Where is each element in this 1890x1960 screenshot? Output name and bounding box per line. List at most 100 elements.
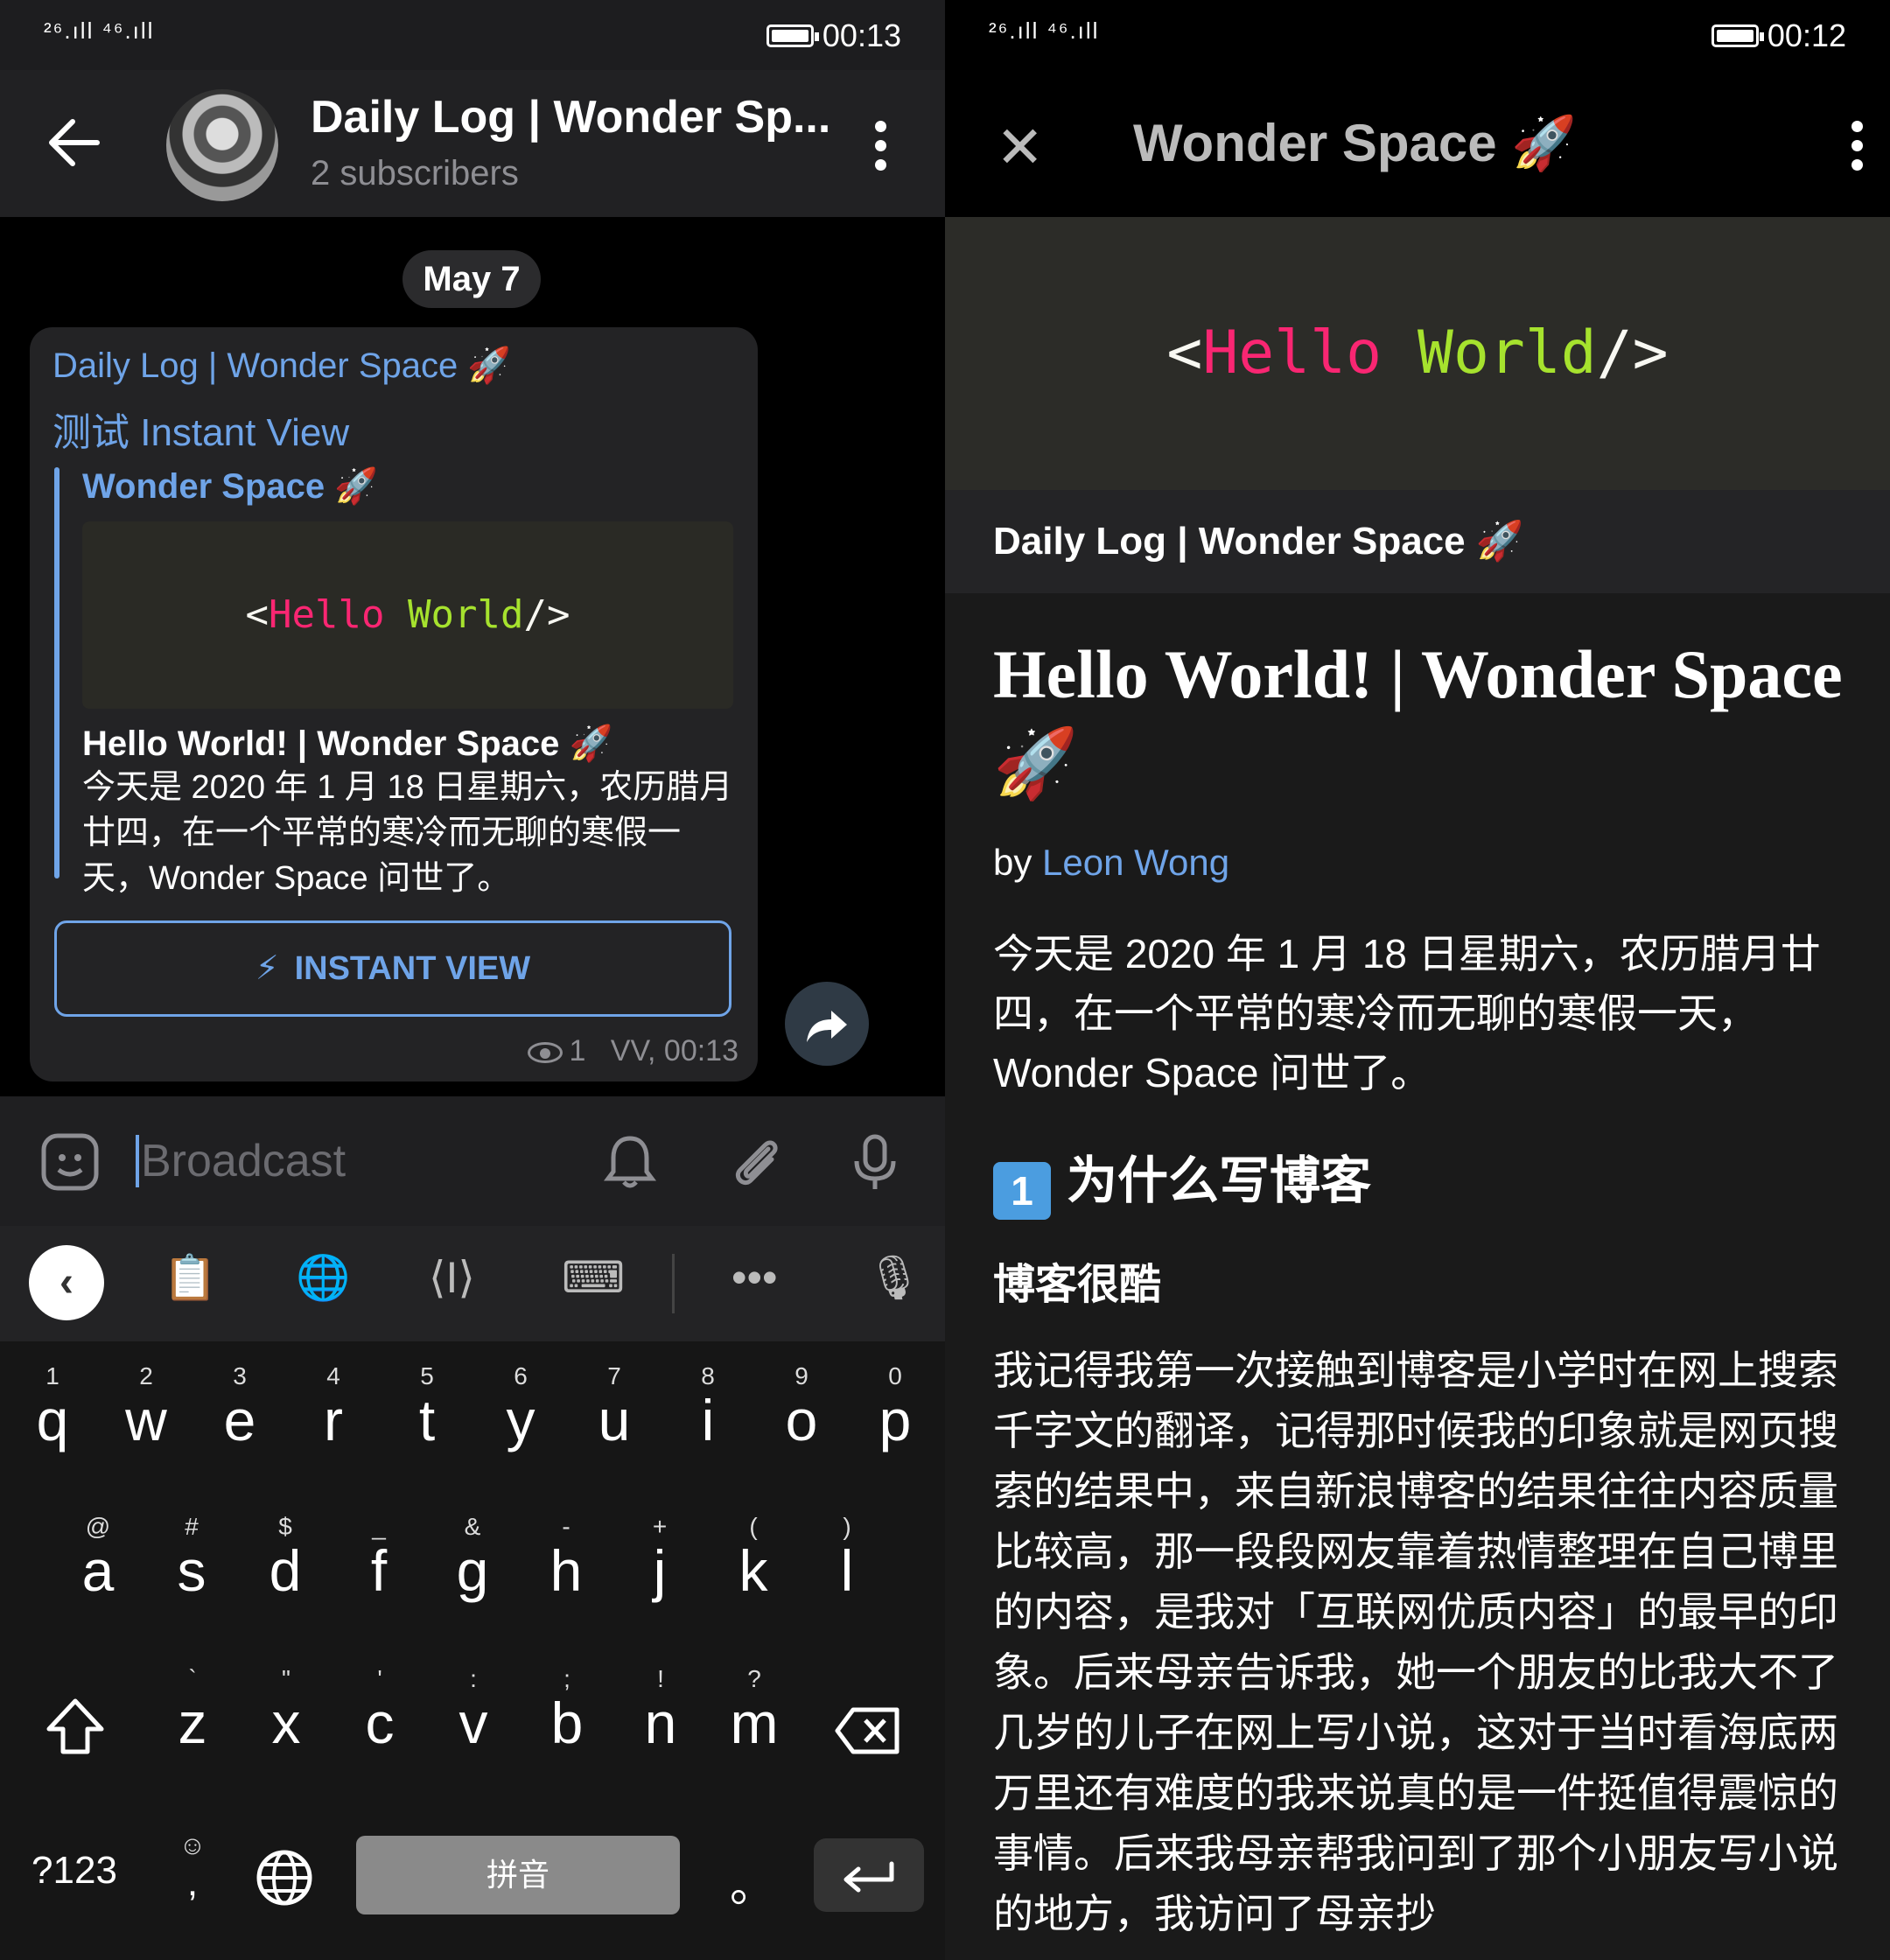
backspace-icon[interactable] [834,1706,902,1755]
instant-view-button[interactable]: ⚡ INSTANT VIEW [54,920,732,1017]
key-label: q [36,1388,69,1452]
collapse-toolbar-button[interactable]: ‹ [29,1245,104,1320]
message-input[interactable]: Broadcast [136,1135,346,1187]
key-h[interactable]: -h [531,1513,601,1609]
cursor-move-icon[interactable]: ⟨I⟩ [429,1252,475,1303]
preview-accent-bar [54,467,60,878]
key-label: w [125,1388,167,1452]
key-r[interactable]: 4r [298,1362,368,1459]
microphone-icon[interactable] [844,1131,906,1193]
share-icon[interactable] [785,982,869,1066]
key-label: z [178,1690,207,1755]
battery-icon [766,24,819,47]
key-i[interactable]: 8i [673,1362,743,1459]
key-p[interactable]: 0p [860,1362,930,1459]
more-menu-icon[interactable] [875,121,887,173]
channel-link[interactable]: Daily Log | Wonder Space 🚀 [945,490,1890,593]
key-label: n [644,1690,677,1755]
message-channel-name[interactable]: Daily Log | Wonder Space 🚀 [52,345,511,386]
key-u[interactable]: 7u [579,1362,649,1459]
key-m[interactable]: ? m [719,1665,789,1761]
message-bubble[interactable]: Daily Log | Wonder Space 🚀 测试 Instant Vi… [30,327,758,1082]
key-c[interactable]: ' c [345,1665,415,1761]
enter-key[interactable] [814,1838,924,1912]
key-b[interactable]: ; b [532,1665,602,1761]
section-heading: 1 为什么写博客 [993,1139,1371,1220]
enter-icon [844,1861,894,1893]
code-open: < [1166,318,1203,388]
section-heading-text: 为什么写博客 [1067,1152,1372,1209]
lightning-icon: ⚡ [255,950,279,987]
clipboard-icon[interactable]: 📋 [163,1252,217,1304]
key-label: p [878,1388,912,1452]
key-t[interactable]: 5t [392,1362,462,1459]
subsection-heading: 博客很酷 [993,1262,1162,1308]
key-label: c [365,1690,395,1755]
key-label: s [177,1538,206,1603]
view-count: 1 [569,1034,586,1068]
keyboard-layout-icon[interactable]: ⌨ [562,1252,625,1303]
close-icon[interactable]: ✕ [996,114,1044,181]
bell-icon[interactable] [599,1131,661,1193]
key-o[interactable]: 9o [766,1362,836,1459]
cover-image[interactable]: <Hello World/> [945,217,1890,490]
key-k[interactable]: (k [718,1513,788,1609]
more-menu-icon[interactable] [1852,121,1864,173]
key-label: i [701,1388,715,1452]
key-f[interactable]: _ f [344,1513,414,1609]
channel-title[interactable]: Daily Log | Wonder Sp... [311,91,830,144]
message-meta: 1 VV, 00:13 [527,1034,738,1068]
article-body: 我记得我第一次接触到博客是小学时在网上搜索千字文的翻译，记得那时候我的印象就是网… [993,1348,1838,1936]
message-text: 测试 Instant View [52,411,350,454]
key-a[interactable]: @ a [63,1513,133,1609]
date-separator: May 7 [402,250,541,308]
status-bar: ²⁶.ıll ⁴⁶.ıll 00:12 [945,0,1890,70]
key-label: u [598,1388,631,1452]
channel-avatar[interactable] [166,89,278,201]
instant-view-screen: ²⁶.ıll ⁴⁶.ıll 00:12 ✕ Wonder Space 🚀 <He… [945,0,1890,1960]
key-z[interactable]: ` z [158,1665,228,1761]
shift-icon[interactable] [44,1696,107,1757]
preview-site-name: Wonder Space 🚀 [82,467,379,506]
globe-icon[interactable] [254,1847,315,1908]
voice-input-icon[interactable]: 🎙 [866,1252,921,1304]
code-world: World [1418,318,1597,388]
preview-title: Hello World! | Wonder Space 🚀 [82,724,613,763]
toolbar-divider [672,1254,675,1313]
symbols-key[interactable]: ?123 [18,1849,131,1893]
attach-icon[interactable] [726,1131,788,1193]
preview-image[interactable]: <Hello World/> [82,522,733,709]
key-label: h [550,1538,583,1603]
author-link[interactable]: Leon Wong [1042,842,1229,883]
emoji-comma-key[interactable]: ☺ , [166,1831,219,1905]
key-e[interactable]: 3e [205,1362,275,1459]
key-label: j [653,1538,667,1603]
emoji-icon: ☺ [178,1831,206,1860]
key-y[interactable]: 6y [486,1362,556,1459]
key-x[interactable]: " x [251,1665,321,1761]
key-label: a [81,1538,115,1603]
key-d[interactable]: $ d [250,1513,320,1609]
key-j[interactable]: + j [625,1513,695,1609]
key-n[interactable]: ! n [626,1665,696,1761]
telegram-chat-screen: ²⁶.ıll ⁴⁶.ıll 00:13 Daily Log | Wonder S… [0,0,945,1960]
key-label: l [840,1538,854,1603]
key-l[interactable]: ) l [812,1513,882,1609]
key-v[interactable]: :v [438,1665,508,1761]
sticker-icon[interactable] [39,1131,101,1193]
key-q[interactable]: 1q [18,1362,88,1459]
translate-icon[interactable]: 🌐 [296,1252,350,1304]
instant-view-header: ✕ Wonder Space 🚀 [945,70,1890,217]
article-byline: by Leon Wong [993,842,1229,884]
key-g[interactable]: & g [438,1513,508,1609]
period-key[interactable]: 。 [726,1849,779,1914]
signal-icon: ²⁶.ıll ⁴⁶.ıll [989,18,1100,44]
space-key[interactable]: 拼音 [356,1836,680,1914]
back-arrow-icon[interactable] [48,118,101,167]
key-w[interactable]: 2w [111,1362,181,1459]
article-title: Hello World! | Wonder Space 🚀 [993,636,1843,802]
keyboard: 1q2w3e4r5t6y7u8i9o0p @ a # s $ d _ f & g - h + j(k) l … [0,1341,945,1960]
key-s[interactable]: # s [157,1513,227,1609]
more-options-icon[interactable]: ••• [732,1252,778,1303]
